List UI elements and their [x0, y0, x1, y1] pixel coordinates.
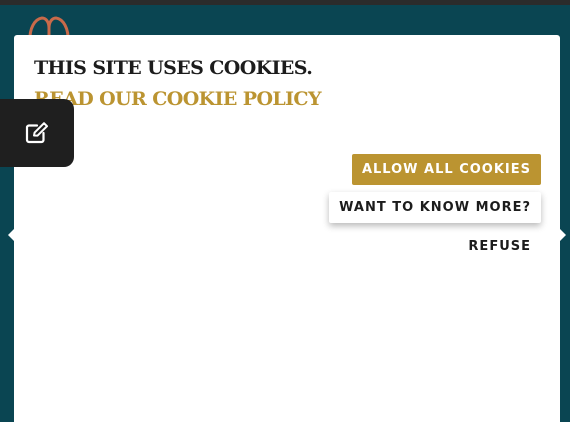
edit-tab[interactable] [0, 99, 74, 167]
cookie-policy-link[interactable]: READ OUR COOKIE POLICY [34, 88, 322, 110]
cookie-consent-dialog: THIS SITE USES COOKIES. READ OUR COOKIE … [14, 35, 560, 422]
allow-all-cookies-button[interactable]: ALLOW ALL COOKIES [351, 154, 541, 185]
arrow-right-icon[interactable] [560, 229, 566, 241]
refuse-button[interactable]: REFUSE [458, 231, 541, 262]
top-strip [0, 0, 570, 5]
want-to-know-more-button[interactable]: WANT TO KNOW MORE? [329, 192, 541, 223]
cookie-title: THIS SITE USES COOKIES. [34, 57, 313, 79]
edit-icon [25, 122, 48, 144]
